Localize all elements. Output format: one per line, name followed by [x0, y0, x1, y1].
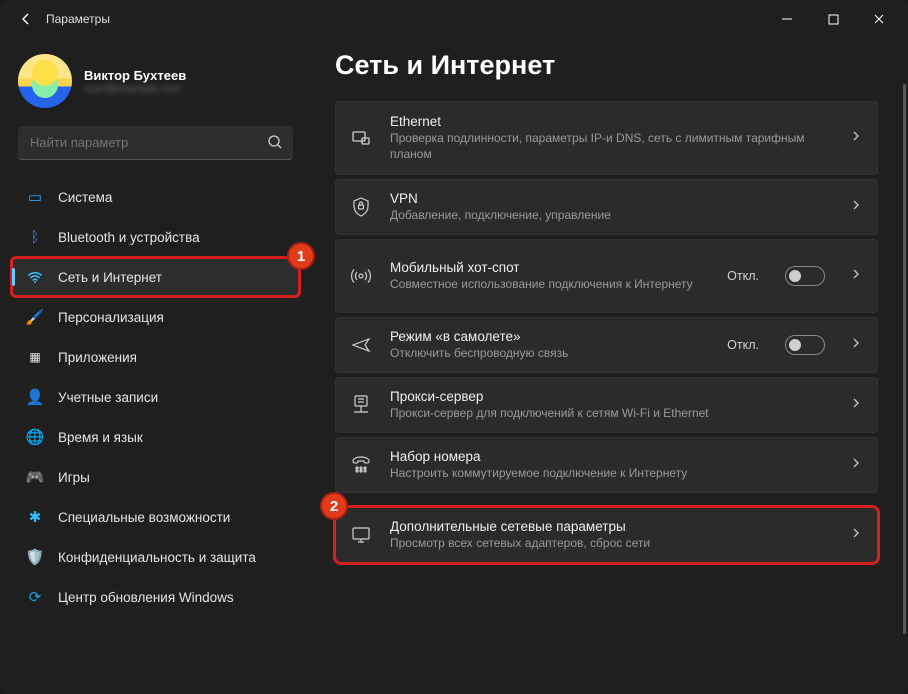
nav-network[interactable]: Сеть и Интернет 1	[12, 258, 299, 296]
airplane-icon	[348, 335, 374, 355]
nav-label: Система	[58, 190, 112, 205]
brush-icon: 🖌️	[26, 308, 44, 326]
card-desc: Добавление, подключение, управление	[390, 207, 833, 223]
chevron-right-icon	[849, 129, 863, 148]
apps-icon: ▦	[26, 348, 44, 366]
nav-personalization[interactable]: 🖌️ Персонализация	[12, 298, 299, 336]
card-title: Режим «в самолете»	[390, 329, 711, 344]
nav-privacy[interactable]: 🛡️ Конфиденциальность и защита	[12, 538, 299, 576]
nav-label: Игры	[58, 470, 90, 485]
card-desc: Прокси-сервер для подключений к сетям Wi…	[390, 405, 833, 421]
profile-email: user@example.com	[84, 83, 186, 95]
card-desc: Просмотр всех сетевых адаптеров, сброс с…	[390, 535, 833, 551]
card-title: Набор номера	[390, 449, 833, 464]
hotspot-icon	[348, 266, 374, 286]
card-airplane[interactable]: Режим «в самолете»Отключить беспроводную…	[335, 317, 878, 373]
chevron-right-icon	[849, 336, 863, 355]
nav-apps[interactable]: ▦ Приложения	[12, 338, 299, 376]
chevron-right-icon	[849, 526, 863, 545]
shield-icon: 🛡️	[26, 548, 44, 566]
gamepad-icon: 🎮	[26, 468, 44, 486]
card-desc: Совместное использование подключения к И…	[390, 276, 711, 292]
card-title: Мобильный хот-спот	[390, 260, 711, 275]
nav-label: Центр обновления Windows	[58, 590, 234, 605]
update-icon: ⟳	[26, 588, 44, 606]
card-dialup[interactable]: Набор номераНастроить коммутируемое подк…	[335, 437, 878, 493]
page-title: Сеть и Интернет	[335, 50, 878, 81]
accessibility-icon: ✱	[26, 508, 44, 526]
nav-gaming[interactable]: 🎮 Игры	[12, 458, 299, 496]
card-proxy[interactable]: Прокси-серверПрокси-сервер для подключен…	[335, 377, 878, 433]
card-desc: Отключить беспроводную связь	[390, 345, 711, 361]
card-vpn[interactable]: VPNДобавление, подключение, управление	[335, 179, 878, 235]
nav-label: Bluetooth и устройства	[58, 230, 200, 245]
close-button[interactable]	[856, 0, 902, 38]
nav-label: Сеть и Интернет	[58, 270, 162, 285]
bluetooth-icon: ᛒ	[26, 228, 44, 246]
toggle-status: Откл.	[727, 338, 759, 352]
search-box[interactable]	[18, 126, 293, 160]
card-hotspot[interactable]: Мобильный хот-спотСовместное использован…	[335, 239, 878, 313]
nav-label: Персонализация	[58, 310, 164, 325]
card-ethernet[interactable]: EthernetПроверка подлинности, параметры …	[335, 101, 878, 175]
display-icon: ▭	[26, 188, 44, 206]
nav-windows-update[interactable]: ⟳ Центр обновления Windows	[12, 578, 299, 616]
card-desc: Настроить коммутируемое подключение к Ин…	[390, 465, 833, 481]
hotspot-toggle[interactable]	[785, 266, 825, 286]
card-title: Дополнительные сетевые параметры	[390, 519, 833, 534]
card-title: Прокси-сервер	[390, 389, 833, 404]
proxy-icon	[348, 395, 374, 415]
app-title: Параметры	[46, 12, 110, 26]
nav-bluetooth[interactable]: ᛒ Bluetooth и устройства	[12, 218, 299, 256]
maximize-button[interactable]	[810, 0, 856, 38]
nav-accessibility[interactable]: ✱ Специальные возможности	[12, 498, 299, 536]
globe-icon: 🌐	[26, 428, 44, 446]
search-input[interactable]	[18, 126, 293, 160]
search-icon	[267, 134, 283, 155]
back-button[interactable]	[6, 0, 46, 38]
nav-label: Время и язык	[58, 430, 143, 445]
nav-accounts[interactable]: 👤 Учетные записи	[12, 378, 299, 416]
nav-system[interactable]: ▭ Система	[12, 178, 299, 216]
shield-lock-icon	[348, 197, 374, 217]
profile-block[interactable]: Виктор Бухтеев user@example.com	[10, 48, 301, 126]
nav-label: Конфиденциальность и защита	[58, 550, 256, 565]
nav-label: Учетные записи	[58, 390, 158, 405]
chevron-right-icon	[849, 456, 863, 475]
annotation-badge-1: 1	[287, 242, 315, 270]
nav-time-language[interactable]: 🌐 Время и язык	[12, 418, 299, 456]
monitor-icon	[348, 526, 374, 544]
annotation-badge-2: 2	[320, 492, 348, 520]
chevron-right-icon	[849, 267, 863, 286]
airplane-toggle[interactable]	[785, 335, 825, 355]
avatar	[18, 54, 72, 108]
wifi-icon	[26, 268, 44, 286]
nav-label: Приложения	[58, 350, 137, 365]
scrollbar[interactable]	[903, 84, 906, 634]
minimize-button[interactable]	[764, 0, 810, 38]
ethernet-icon	[348, 128, 374, 148]
card-title: Ethernet	[390, 114, 833, 129]
nav-label: Специальные возможности	[58, 510, 230, 525]
user-icon: 👤	[26, 388, 44, 406]
card-desc: Проверка подлинности, параметры IP-и DNS…	[390, 130, 833, 162]
card-title: VPN	[390, 191, 833, 206]
chevron-right-icon	[849, 198, 863, 217]
toggle-status: Откл.	[727, 269, 759, 283]
card-advanced-network[interactable]: 2 Дополнительные сетевые параметрыПросмо…	[335, 507, 878, 563]
profile-name: Виктор Бухтеев	[84, 68, 186, 83]
chevron-right-icon	[849, 396, 863, 415]
phone-icon	[348, 456, 374, 474]
